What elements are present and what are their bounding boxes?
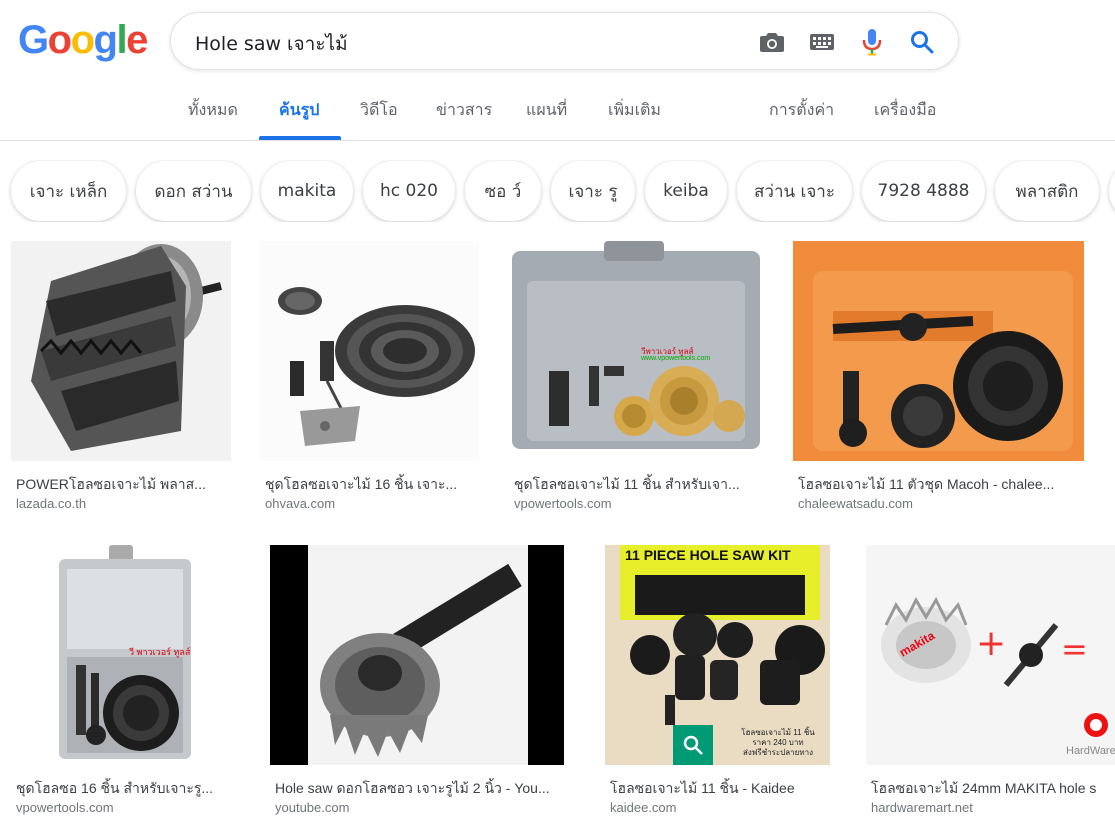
- active-tab-indicator: [259, 136, 341, 140]
- logo-letter: o: [70, 18, 95, 62]
- chip[interactable]: ดอก สว่าน: [136, 161, 251, 221]
- result-caption[interactable]: โฮลซอเจาะไม้ 24mm MAKITA hole s: [871, 778, 1115, 800]
- result-source[interactable]: chaleewatsadu.com: [798, 496, 1085, 511]
- mic-icon[interactable]: [857, 27, 887, 57]
- tab-all[interactable]: ทั้งหมด: [188, 98, 238, 123]
- result-thumbnail[interactable]: + = makita HardWareMart: [866, 545, 1115, 765]
- thumbnail-price-line: โฮลซอเจาะไม้ 11 ชิ้น: [741, 728, 815, 737]
- tab-news[interactable]: ข่าวสาร: [436, 98, 492, 123]
- image-result[interactable]: วีพาวเวอร์ ทูลส์ www.vpowertools.com ชุด…: [509, 241, 769, 516]
- image-result[interactable]: ชุดโฮลซอเจาะไม้ 16 ชิ้น เจาะ... ohvava.c…: [260, 241, 485, 516]
- chip[interactable]: keiba: [645, 161, 727, 221]
- header: Google Hole saw เจาะไม้ ทั้งหมด ค้นรูป ว…: [0, 0, 1115, 141]
- thumbnail-title: 11 PIECE HOLE SAW KIT: [625, 547, 791, 563]
- image-result[interactable]: วี พาวเวอร์ ทูลส์ ชุดโฮลซอ 16 ชิ้น สำหรั…: [11, 545, 245, 824]
- result-source[interactable]: kaidee.com: [610, 800, 835, 815]
- tab-tools[interactable]: เครื่องมือ: [874, 98, 936, 123]
- thumbnail-watermark: HardWareMart: [1066, 745, 1115, 757]
- search-box[interactable]: Hole saw เจาะไม้: [170, 12, 959, 70]
- chip[interactable]: makita: [261, 161, 353, 221]
- result-caption[interactable]: Hole saw ดอกโฮลซอว เจาะรูไม้ 2 นิ้ว - Yo…: [275, 778, 571, 800]
- search-tabs: ทั้งหมด ค้นรูป วิดีโอ ข่าวสาร แผนที่ เพิ…: [0, 84, 1115, 141]
- logo-letter: l: [116, 18, 127, 62]
- result-caption[interactable]: ชุดโฮลซอ 16 ชิ้น สำหรับเจาะรู...: [16, 778, 236, 800]
- tab-more[interactable]: เพิ่มเติม: [608, 98, 661, 123]
- search-icon[interactable]: [907, 27, 937, 57]
- image-result[interactable]: + = makita HardWareMart โฮลซอเจาะไม้ 24m…: [866, 545, 1115, 824]
- image-result[interactable]: Hole saw ดอกโฮลซอว เจาะรูไม้ 2 นิ้ว - Yo…: [270, 545, 575, 824]
- logo-letter: g: [93, 18, 118, 62]
- image-result[interactable]: 11 PIECE HOLE SAW KIT โฮลซอเจาะไม้ 11 ชิ…: [605, 545, 845, 824]
- chip[interactable]: สว่าน เจาะ: [737, 161, 852, 221]
- result-thumbnail[interactable]: [11, 241, 231, 461]
- logo-letter: G: [18, 18, 49, 62]
- result-source[interactable]: vpowertools.com: [16, 800, 236, 815]
- zoom-icon: [673, 725, 713, 765]
- image-result[interactable]: โฮลซอเจาะไม้ 11 ตัวชุด Macoh - chalee...…: [793, 241, 1093, 516]
- result-thumbnail[interactable]: [270, 545, 564, 765]
- result-thumbnail[interactable]: วีพาวเวอร์ ทูลส์ www.vpowertools.com: [509, 241, 764, 461]
- result-caption[interactable]: โฮลซอเจาะไม้ 11 ชิ้น - Kaidee: [610, 778, 835, 800]
- camera-icon[interactable]: [757, 27, 787, 57]
- related-chips: เจาะ เหล็ก ดอก สว่าน makita hc 020 ซอ ว์…: [0, 160, 1115, 222]
- result-thumbnail[interactable]: วี พาวเวอร์ ทูลส์: [11, 545, 235, 765]
- chip[interactable]: 7928 4888: [862, 161, 985, 221]
- result-thumbnail[interactable]: [260, 241, 479, 461]
- chip[interactable]: เจาะ เหล็ก: [11, 161, 126, 221]
- tab-maps[interactable]: แผนที่: [526, 98, 567, 123]
- google-logo[interactable]: Google: [18, 18, 148, 63]
- result-caption[interactable]: POWERโฮลซอเจาะไม้ พลาส...: [16, 474, 231, 496]
- result-thumbnail[interactable]: [793, 241, 1084, 461]
- result-source[interactable]: youtube.com: [275, 800, 571, 815]
- result-caption[interactable]: ชุดโฮลซอเจาะไม้ 16 ชิ้น เจาะ...: [265, 474, 480, 496]
- result-source[interactable]: ohvava.com: [265, 496, 480, 511]
- search-input[interactable]: Hole saw เจาะไม้: [195, 29, 348, 59]
- result-caption[interactable]: โฮลซอเจาะไม้ 11 ตัวชุด Macoh - chalee...: [798, 474, 1085, 496]
- thumbnail-price-line: ราคา 240 บาท: [752, 738, 804, 747]
- svg-text:=: =: [1061, 630, 1088, 668]
- chip[interactable]: เจาะ รู: [551, 161, 635, 221]
- logo-letter: e: [126, 18, 148, 62]
- result-source[interactable]: lazada.co.th: [16, 496, 231, 511]
- image-result[interactable]: POWERโฮลซอเจาะไม้ พลาส... lazada.co.th: [11, 241, 236, 516]
- svg-text:+: +: [976, 623, 1006, 664]
- logo-letter: o: [47, 18, 72, 62]
- tab-videos[interactable]: วิดีโอ: [360, 98, 398, 123]
- result-caption[interactable]: ชุดโฮลซอเจาะไม้ 11 ชิ้น สำหรับเจา...: [514, 474, 764, 496]
- result-thumbnail[interactable]: 11 PIECE HOLE SAW KIT โฮลซอเจาะไม้ 11 ชิ…: [605, 545, 830, 765]
- tab-images[interactable]: ค้นรูป: [279, 98, 319, 123]
- chip[interactable]: พลาสติก: [995, 161, 1099, 221]
- thumbnail-price: โฮลซอเจาะไม้ 11 ชิ้น ราคา 240 บาท ส่งฟรี…: [733, 728, 823, 758]
- result-source[interactable]: vpowertools.com: [514, 496, 764, 511]
- thumbnail-price-line: ส่งฟรีชำระปลายทาง: [742, 748, 814, 757]
- thumbnail-watermark: วี พาวเวอร์ ทูลส์: [129, 647, 191, 657]
- thumbnail-watermark: www.vpowertools.com: [641, 355, 711, 362]
- tab-settings[interactable]: การตั้งค่า: [769, 98, 834, 123]
- chip[interactable]: ซอ ว์: [465, 161, 541, 221]
- result-source[interactable]: hardwaremart.net: [871, 800, 1115, 815]
- keyboard-icon[interactable]: [807, 27, 837, 57]
- chip[interactable]: hc 020: [363, 161, 455, 221]
- chip-partial[interactable]: [1109, 161, 1115, 221]
